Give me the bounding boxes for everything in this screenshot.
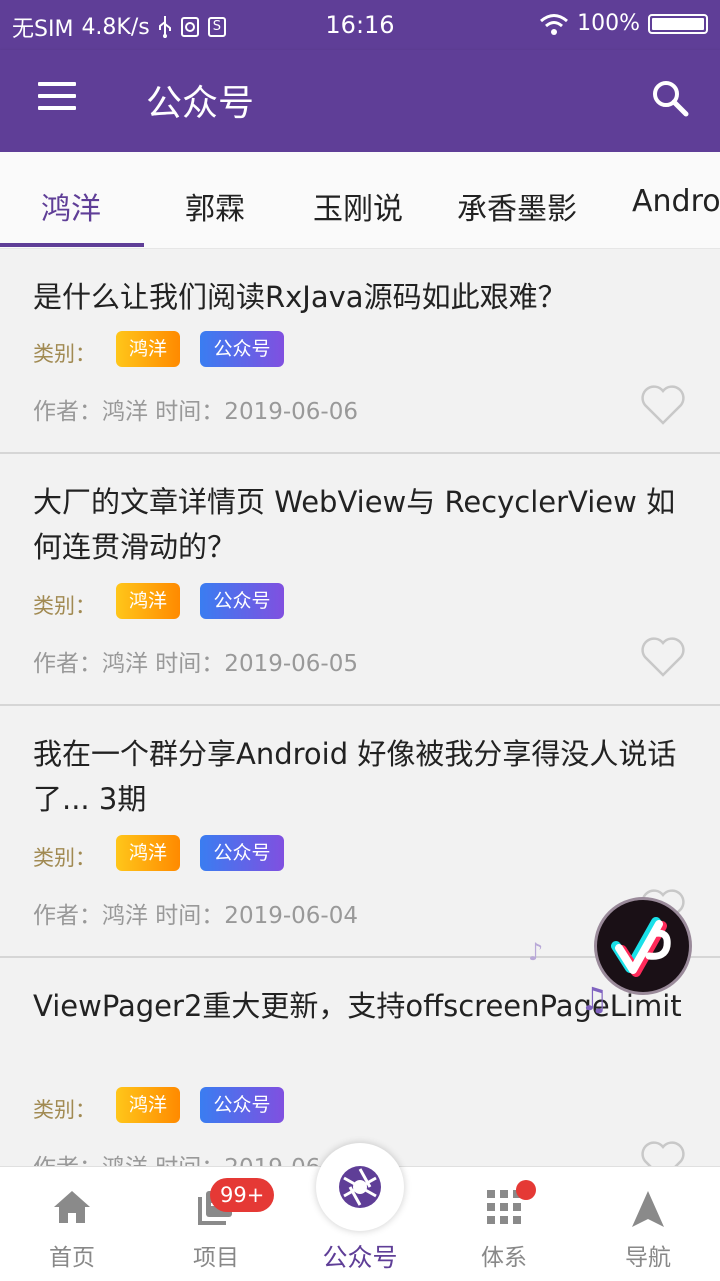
chip-author[interactable]: 鸿洋	[116, 835, 180, 871]
chip-author[interactable]: 鸿洋	[116, 331, 180, 367]
chip-type[interactable]: 公众号	[200, 583, 284, 619]
category-label: 类别：	[33, 846, 96, 870]
music-note-icon: ♫	[580, 980, 609, 1018]
center-official-accounts-button[interactable]	[316, 1143, 404, 1231]
chip-type[interactable]: 公众号	[200, 835, 284, 871]
floating-tiktok-button[interactable]	[597, 900, 689, 992]
nav-official-accounts-label: 公众号	[322, 1243, 398, 1272]
tab-android[interactable]: Andro	[632, 184, 720, 219]
article-meta: 作者：鸿洋 时间：2019-06-05	[33, 651, 358, 677]
nav-system[interactable]: 体系	[432, 1167, 576, 1281]
nav-system-label: 体系	[481, 1245, 527, 1271]
chip-author[interactable]: 鸿洋	[116, 583, 180, 619]
author-tabs: 鸿洋 郭霖 玉刚说 承香墨影 Andro	[0, 152, 720, 249]
nav-home-label: 首页	[49, 1245, 95, 1271]
article-title[interactable]: 大厂的文章详情页 WebView与 RecyclerView 如何连贯滑动的？	[33, 480, 690, 570]
tiktok-logo-icon	[611, 917, 671, 977]
tab-yugangshuo[interactable]: 玉刚说	[313, 184, 403, 228]
nav-navigation[interactable]: 导航	[576, 1167, 720, 1281]
music-note-icon: ♪	[528, 938, 544, 966]
chip-type[interactable]: 公众号	[200, 331, 284, 367]
menu-icon[interactable]	[38, 82, 76, 112]
nav-navigation-label: 导航	[625, 1245, 671, 1271]
home-icon	[54, 1191, 90, 1223]
search-icon[interactable]	[650, 78, 690, 118]
tab-guolin[interactable]: 郭霖	[185, 184, 245, 228]
status-bar: 无SIM 4.8K/s S 16:16 100%	[0, 0, 720, 50]
tab-chengxiangmoying[interactable]: 承香墨影	[457, 184, 577, 228]
category-label: 类别：	[33, 594, 96, 618]
heart-icon[interactable]	[640, 385, 686, 425]
article-meta: 作者：鸿洋 时间：2019-06-06	[33, 399, 358, 425]
tab-indicator	[0, 243, 144, 247]
app-bar: 公众号	[0, 50, 720, 152]
notification-badge: 99+	[210, 1178, 275, 1212]
wifi-icon	[540, 13, 569, 35]
navigation-arrow-icon	[632, 1191, 664, 1227]
article-title[interactable]: 是什么让我们阅读RxJava源码如此艰难？	[33, 275, 690, 320]
article-card[interactable]: 是什么让我们阅读RxJava源码如此艰难？ 类别： 鸿洋 公众号 作者：鸿洋 时…	[0, 249, 720, 454]
article-card[interactable]: 大厂的文章详情页 WebView与 RecyclerView 如何连贯滑动的？ …	[0, 454, 720, 706]
page-title: 公众号	[146, 83, 255, 124]
nav-home[interactable]: 首页	[0, 1167, 144, 1281]
red-dot-badge	[516, 1180, 536, 1200]
heart-icon[interactable]	[640, 637, 686, 677]
chip-author[interactable]: 鸿洋	[116, 1087, 180, 1123]
article-title[interactable]: 我在一个群分享Android 好像被我分享得没人说话了... 3期	[33, 732, 690, 822]
category-label: 类别：	[33, 342, 96, 366]
status-right: 100%	[539, 11, 708, 36]
chip-type[interactable]: 公众号	[200, 1087, 284, 1123]
article-meta: 作者：鸿洋 时间：2019-06-04	[33, 903, 358, 929]
category-label: 类别：	[33, 1098, 96, 1122]
camera-aperture-icon	[339, 1166, 381, 1208]
tab-hongyang[interactable]: 鸿洋	[41, 184, 101, 228]
nav-project-label: 项目	[193, 1245, 239, 1271]
battery-percent: 100%	[577, 11, 640, 36]
battery-icon	[648, 13, 708, 34]
